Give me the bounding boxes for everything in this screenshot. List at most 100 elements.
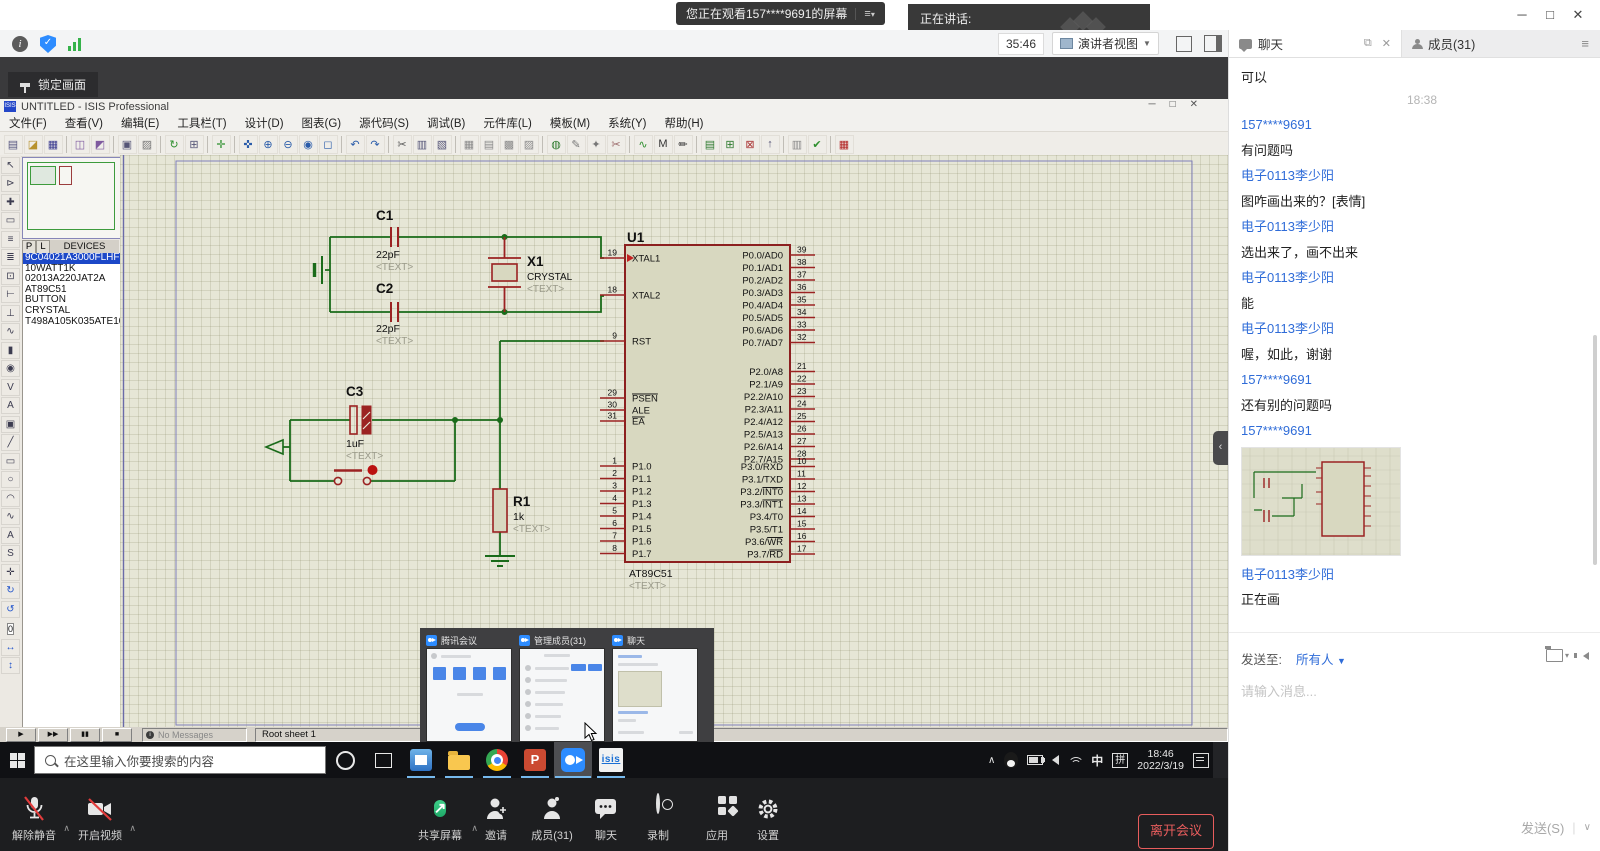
import-section-icon[interactable]: ◫ [71, 135, 90, 154]
menu-item-2[interactable]: 编辑(E) [112, 114, 168, 132]
maximize-icon[interactable]: □ [1536, 7, 1564, 22]
preview-window-2[interactable]: 聊天 [612, 633, 698, 750]
property-assign-icon[interactable]: ✏ [674, 135, 693, 154]
mark-print-area-icon[interactable]: ▨ [138, 135, 157, 154]
minimize-icon[interactable]: ─ [1508, 7, 1536, 22]
pan-icon[interactable]: ✜ [239, 135, 258, 154]
current-probe-mode-icon[interactable]: A [1, 397, 20, 414]
undo-icon[interactable]: ↶ [346, 135, 365, 154]
buses-mode-icon[interactable]: ≣ [1, 249, 20, 266]
2d-box-icon[interactable]: ▭ [1, 453, 20, 470]
auto-wire-icon[interactable]: ∿ [634, 135, 653, 154]
send-file-icon[interactable]: ▾ [1546, 649, 1569, 662]
save-icon[interactable]: ▦ [44, 135, 63, 154]
menu-item-10[interactable]: 系统(Y) [599, 114, 655, 132]
camera-button[interactable]: 开启视频 ∧ [72, 795, 128, 843]
device-item[interactable]: T498A105K035ATE10K [23, 317, 120, 328]
refresh-display-icon[interactable]: ↻ [165, 135, 184, 154]
cortana-button[interactable] [326, 742, 364, 778]
security-shield-icon[interactable]: ✓ [40, 35, 56, 53]
send-to-selector[interactable]: 所有人 ▼ [1296, 649, 1346, 668]
menu-item-8[interactable]: 元件库(L) [474, 114, 541, 132]
toggle-grid-icon[interactable]: ⊞ [185, 135, 204, 154]
chevron-up-icon[interactable]: ∧ [129, 823, 136, 834]
export-section-icon[interactable]: ◩ [91, 135, 110, 154]
taskbar-app-chrome[interactable] [478, 742, 516, 778]
invite-button[interactable]: 邀请 [470, 795, 522, 843]
rotate-clockwise-icon[interactable]: ↻ [1, 582, 20, 599]
start-button[interactable] [0, 742, 34, 778]
zoom-out-icon[interactable]: ⊖ [279, 135, 298, 154]
message-input[interactable]: 请输入消息... [1241, 681, 1317, 700]
taskbar-app-isis[interactable]: isis [592, 742, 630, 778]
2d-text-icon[interactable]: A [1, 527, 20, 544]
block-delete-icon[interactable]: ▨ [520, 135, 539, 154]
rotate-anticlockwise-icon[interactable]: ↺ [1, 601, 20, 618]
decompose-icon[interactable]: ✂ [607, 135, 626, 154]
preview-thumbnail[interactable] [426, 648, 512, 742]
bill-of-materials-icon[interactable]: ▥ [788, 135, 807, 154]
popout-icon[interactable]: ⧉ [1364, 37, 1372, 50]
tab-members[interactable]: 成员(31) [1402, 30, 1485, 57]
chat-image-thumbnail[interactable] [1241, 447, 1401, 556]
taskbar-search-input[interactable]: 在这里输入你要搜索的内容 [34, 746, 326, 774]
rotate-angle-field[interactable]: 0 [7, 623, 14, 635]
panel-menu-icon[interactable]: ≡ [1569, 30, 1600, 57]
menu-item-4[interactable]: 设计(D) [236, 114, 293, 132]
menu-item-3[interactable]: 工具栏(T) [168, 114, 235, 132]
isis-minimize-icon[interactable]: ─ [1148, 99, 1155, 110]
new-root-sheet-icon[interactable]: ⊞ [721, 135, 740, 154]
graph-mode-icon[interactable]: ∿ [1, 323, 20, 340]
block-move-icon[interactable]: ▤ [480, 135, 499, 154]
menu-item-9[interactable]: 模板(M) [541, 114, 599, 132]
taskbar-app-tencent-meeting[interactable] [554, 742, 592, 778]
preview-thumbnail[interactable] [612, 648, 698, 742]
block-copy-icon[interactable]: ▦ [460, 135, 479, 154]
voltage-probe-mode-icon[interactable]: V [1, 379, 20, 396]
2d-markers-icon[interactable]: ✛ [1, 564, 20, 581]
menu-item-5[interactable]: 图表(G) [293, 114, 351, 132]
apps-button[interactable]: 应用 [692, 795, 742, 843]
isis-titlebar[interactable]: ISIS UNTITLED - ISIS Professional ─ □ ✕ [0, 99, 1228, 114]
remove-sheet-icon[interactable]: ⊠ [741, 135, 760, 154]
text-script-mode-icon[interactable]: ≡ [1, 231, 20, 248]
taskbar-app-store[interactable] [402, 742, 440, 778]
settings-button[interactable]: 设置 [746, 795, 790, 843]
menu-item-1[interactable]: 查看(V) [56, 114, 112, 132]
fullscreen-icon[interactable] [1176, 36, 1192, 52]
close-icon[interactable]: ✕ [1564, 7, 1592, 23]
subcircuit-mode-icon[interactable]: ⊡ [1, 268, 20, 285]
chat-button[interactable]: 聊天 [584, 795, 628, 843]
chevron-up-icon[interactable]: ∧ [63, 823, 70, 834]
step-button[interactable]: ▶▶ [38, 728, 68, 742]
device-item[interactable]: CRYSTAL [23, 306, 120, 317]
block-rotate-icon[interactable]: ▩ [500, 135, 519, 154]
tape-recorder-mode-icon[interactable]: ▮ [1, 342, 20, 359]
record-button[interactable]: 录制 [636, 795, 680, 843]
isis-maximize-icon[interactable]: □ [1170, 99, 1176, 110]
packaging-tool-icon[interactable]: ✦ [587, 135, 606, 154]
taskbar-app-powerpoint[interactable]: P [516, 742, 554, 778]
2d-arc-icon[interactable]: ◠ [1, 490, 20, 507]
task-view-button[interactable] [364, 742, 402, 778]
print-icon[interactable]: ▣ [118, 135, 137, 154]
generator-mode-icon[interactable]: ◉ [1, 360, 20, 377]
y-mirror-icon[interactable]: ↕ [1, 657, 20, 674]
copy-icon[interactable]: ▥ [413, 135, 432, 154]
qq-icon[interactable] [1004, 752, 1018, 768]
taskbar-app-file-explorer[interactable] [440, 742, 478, 778]
x-mirror-icon[interactable]: ↔ [1, 639, 20, 656]
send-options-icon[interactable]: ∨ [1584, 822, 1591, 833]
netlist-to-ares-icon[interactable]: ▦ [835, 135, 854, 154]
pin-screen-button[interactable]: 锁定画面 [8, 72, 98, 97]
component-mode-icon[interactable]: ⊳ [1, 175, 20, 192]
ime-language[interactable]: 中 [1091, 752, 1103, 769]
isis-close-icon[interactable]: ✕ [1190, 99, 1198, 110]
collapse-panel-handle[interactable]: ‹ [1213, 431, 1228, 465]
2d-path-icon[interactable]: ∿ [1, 508, 20, 525]
wifi-icon[interactable] [1068, 755, 1082, 765]
play-button[interactable]: ▶ [6, 728, 36, 742]
banner-menu-icon[interactable]: ≡▾ [855, 8, 878, 20]
pick-device-icon[interactable]: ◍ [547, 135, 566, 154]
device-item[interactable]: 9C04021A3000FLHF3 [23, 253, 120, 264]
